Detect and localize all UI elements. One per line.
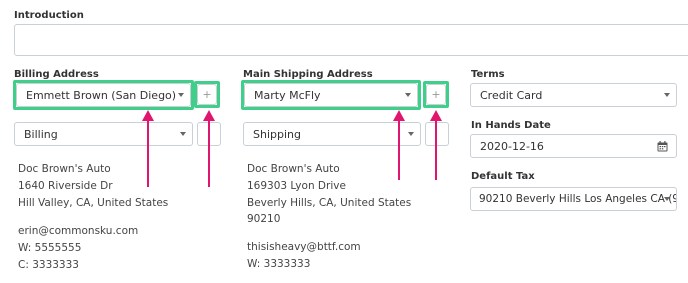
arrow-head xyxy=(203,110,215,121)
arrow-head xyxy=(142,110,154,121)
annotation-arrows xyxy=(142,110,442,187)
arrow-head xyxy=(393,110,405,121)
arrow-head xyxy=(430,110,442,121)
